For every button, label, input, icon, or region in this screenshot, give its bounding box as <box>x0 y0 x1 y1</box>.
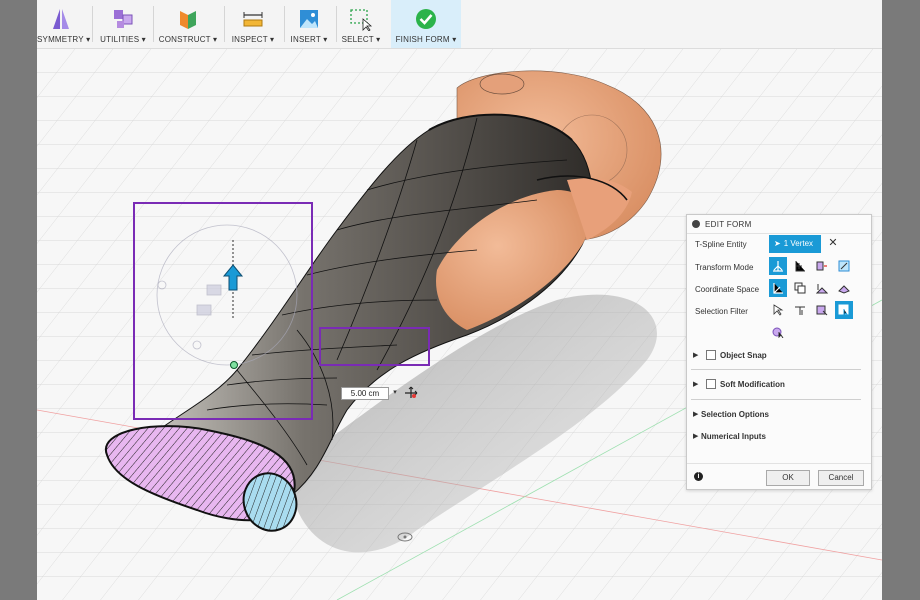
distance-dropdown[interactable]: ▾ <box>390 387 400 399</box>
construct-icon <box>180 11 196 29</box>
insert-icon <box>300 10 318 28</box>
expand-icon: ▶ <box>693 352 699 359</box>
select-icon <box>350 9 373 31</box>
construct-menu[interactable]: CONSTRUCT ▾ <box>157 0 219 48</box>
soft-modification-label: Soft Modification <box>720 380 785 389</box>
coordinate-space-label: Coordinate Space <box>695 285 760 294</box>
filter-body-button[interactable] <box>835 301 853 319</box>
selection-filter-label: Selection Filter <box>695 307 748 316</box>
selected-vertex <box>230 361 238 369</box>
vertex-count: 1 Vertex <box>783 239 814 248</box>
ok-button[interactable]: OK <box>766 470 810 486</box>
filter-all-button[interactable] <box>769 323 787 341</box>
expand-icon: ▶ <box>693 433 699 440</box>
transform-mode-label: Transform Mode <box>695 263 754 272</box>
filter-vertex-button[interactable] <box>769 301 787 319</box>
filter-face-button[interactable] <box>813 301 831 319</box>
cursor-icon: ➤ <box>774 239 781 248</box>
left-frame <box>0 0 37 600</box>
panel-title: EDIT FORM <box>705 220 752 229</box>
selection-options-label: Selection Options <box>701 410 770 419</box>
select-menu[interactable]: SELECT ▾ <box>339 0 383 48</box>
clear-selection-button[interactable]: ✕ <box>827 237 839 249</box>
inspect-menu[interactable]: INSPECT ▾ <box>227 0 279 48</box>
parametric-space-button[interactable] <box>835 279 853 297</box>
numerical-inputs-label: Numerical Inputs <box>701 432 766 441</box>
soft-modification-checkbox[interactable] <box>706 379 716 389</box>
divider <box>691 369 861 370</box>
tspline-entity-label: T-Spline Entity <box>695 240 747 249</box>
inspect-icon <box>243 12 263 27</box>
rotate-button[interactable] <box>813 257 831 275</box>
filter-edge-button[interactable] <box>791 301 809 319</box>
object-snap-checkbox[interactable] <box>706 350 716 360</box>
local-space-button[interactable] <box>813 279 831 297</box>
info-icon[interactable]: i <box>694 472 703 481</box>
finish-form-icon <box>416 9 436 29</box>
object-snap-label: Object Snap <box>720 351 767 360</box>
fusion-app: 5.00 cm ▾ SYMMETRY ▾ UTILITIES ▾ CONSTRU… <box>37 0 882 600</box>
panel-footer: i OK Cancel <box>687 463 871 490</box>
view-space-button[interactable] <box>769 279 787 297</box>
scale-button[interactable] <box>835 257 853 275</box>
vertex-selection-button[interactable]: ➤ 1 Vertex <box>769 235 821 253</box>
utilities-menu[interactable]: UTILITIES ▾ <box>97 0 149 48</box>
symmetry-menu[interactable]: SYMMETRY ▾ <box>37 0 90 48</box>
distance-input[interactable]: 5.00 cm <box>341 387 389 400</box>
collapse-icon[interactable] <box>692 220 700 228</box>
multi-transform-button[interactable] <box>769 257 787 275</box>
finish-form-button[interactable]: FINISH FORM ▾ <box>391 0 461 48</box>
expand-icon: ▶ <box>693 411 699 418</box>
world-space-button[interactable] <box>791 279 809 297</box>
expand-icon: ▶ <box>693 381 699 388</box>
utilities-icon <box>114 10 133 28</box>
translate-button[interactable] <box>791 257 809 275</box>
right-frame <box>882 0 920 600</box>
panel-header: EDIT FORM <box>687 215 871 234</box>
toolbar: SYMMETRY ▾ UTILITIES ▾ CONSTRUCT ▾ INSPE… <box>37 0 882 49</box>
move-handle-icon[interactable] <box>404 386 418 399</box>
insert-menu[interactable]: INSERT ▾ <box>287 0 331 48</box>
symmetry-icon <box>53 9 69 29</box>
cancel-button[interactable]: Cancel <box>818 470 864 486</box>
edit-form-panel: EDIT FORM T-Spline Entity ➤ 1 Vertex ✕ Tr… <box>686 214 872 490</box>
divider <box>691 399 861 400</box>
